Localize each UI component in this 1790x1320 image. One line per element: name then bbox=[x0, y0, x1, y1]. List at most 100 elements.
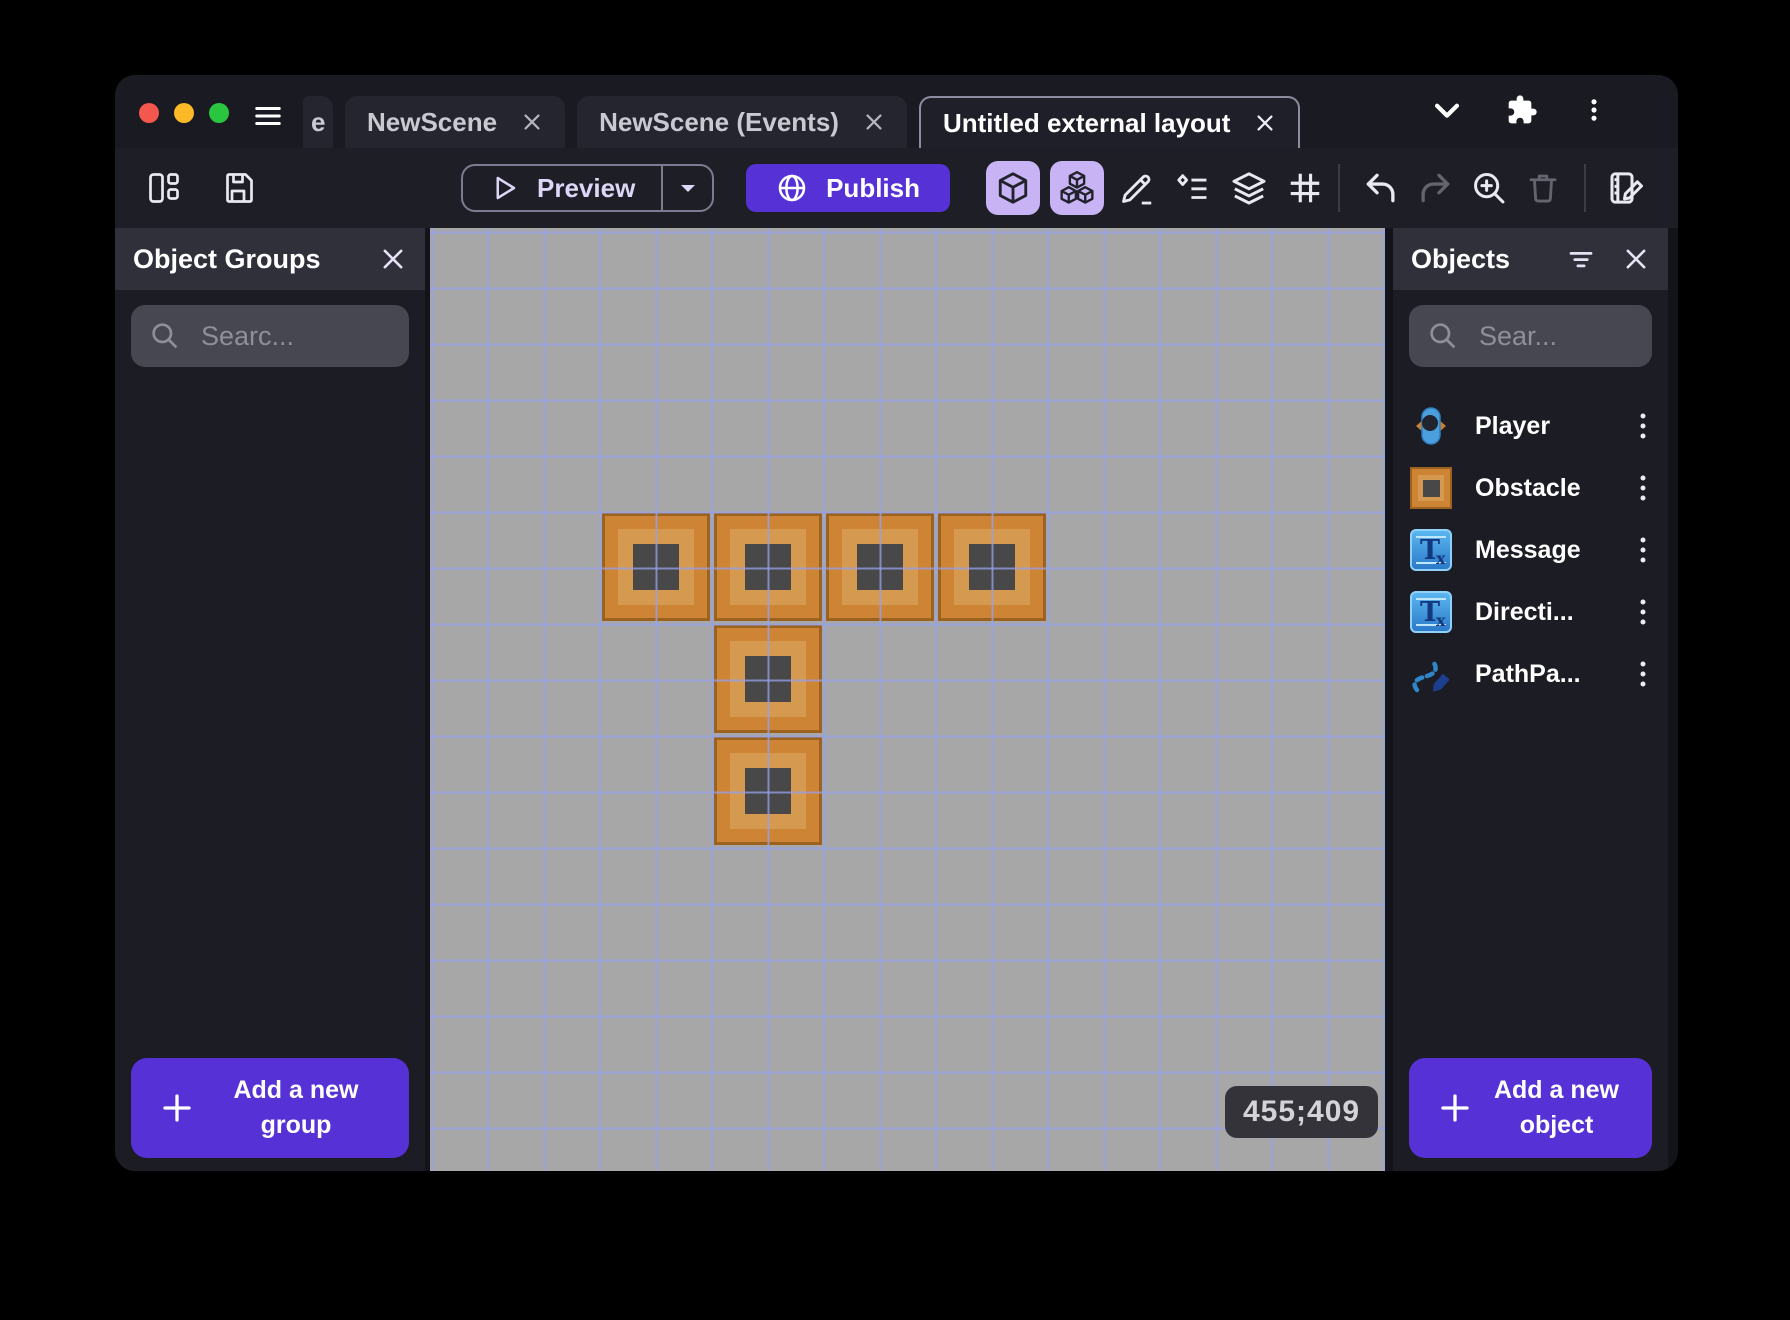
close-window-button[interactable] bbox=[139, 103, 159, 123]
add-group-label-line2: group bbox=[260, 1111, 332, 1139]
trash-icon[interactable] bbox=[1520, 165, 1566, 211]
tab-untitled-external-layout[interactable]: Untitled external layout bbox=[918, 96, 1301, 148]
scene-canvas[interactable]: 455;409 bbox=[430, 228, 1385, 1171]
close-icon[interactable] bbox=[1622, 245, 1650, 273]
title-bar: e NewScene NewScene (Events) Untitled ex… bbox=[115, 75, 1678, 148]
obstacle-instance[interactable] bbox=[714, 737, 822, 845]
path-drawer-icon bbox=[1409, 652, 1453, 696]
object-groups-title: Object Groups bbox=[133, 243, 321, 274]
tab-label: NewScene bbox=[367, 106, 498, 137]
pencil-icon[interactable] bbox=[1114, 165, 1160, 211]
tab-close-icon[interactable] bbox=[863, 111, 885, 133]
object-label: Message bbox=[1475, 535, 1581, 564]
kebab-menu-icon[interactable] bbox=[1634, 597, 1652, 627]
object-label: PathPa... bbox=[1475, 659, 1581, 688]
tab-close-icon[interactable] bbox=[1254, 112, 1276, 134]
object-label: Directi... bbox=[1475, 597, 1574, 626]
preview-button[interactable]: Preview bbox=[461, 164, 715, 212]
obstacle-instance[interactable] bbox=[602, 513, 710, 621]
object-label: Player bbox=[1475, 411, 1551, 440]
redo-icon[interactable] bbox=[1412, 165, 1458, 211]
player-sprite-icon bbox=[1409, 404, 1453, 448]
preview-label: Preview bbox=[537, 172, 636, 203]
globe-icon bbox=[776, 172, 808, 204]
fullscreen-window-button[interactable] bbox=[209, 103, 229, 123]
tab-close-icon[interactable] bbox=[521, 111, 543, 133]
caret-down-icon bbox=[676, 176, 700, 200]
object-row-player[interactable]: Player bbox=[1393, 395, 1668, 457]
search-input[interactable] bbox=[201, 320, 391, 352]
kebab-menu-icon[interactable] bbox=[1634, 411, 1652, 441]
plus-icon bbox=[159, 1090, 195, 1126]
kebab-menu-icon[interactable] bbox=[1634, 535, 1652, 565]
add-group-button[interactable]: Add a new group bbox=[131, 1058, 409, 1158]
save-icon[interactable] bbox=[215, 165, 261, 211]
object-row-obstacle[interactable]: Obstacle bbox=[1393, 457, 1668, 519]
layers-icon[interactable] bbox=[1226, 165, 1272, 211]
filter-icon[interactable] bbox=[1566, 244, 1596, 274]
search-icon bbox=[149, 320, 181, 352]
obstacle-instance[interactable] bbox=[938, 513, 1046, 621]
toolbar: Preview Publish bbox=[115, 148, 1678, 228]
objects-title: Objects bbox=[1411, 243, 1511, 274]
tab-newscene[interactable]: NewScene bbox=[345, 96, 566, 148]
boxes-3d-icon bbox=[1058, 169, 1096, 207]
instances-list-icon[interactable] bbox=[1170, 165, 1216, 211]
object-groups-search[interactable] bbox=[131, 305, 409, 367]
add-object-label-line2: object bbox=[1519, 1111, 1594, 1139]
objects-search[interactable] bbox=[1409, 305, 1652, 367]
publish-button[interactable]: Publish bbox=[746, 164, 950, 212]
obstacle-instance[interactable] bbox=[826, 513, 934, 621]
undo-icon[interactable] bbox=[1358, 165, 1404, 211]
search-input[interactable] bbox=[1479, 320, 1634, 352]
traffic-lights bbox=[139, 103, 229, 123]
obstacle-instance[interactable] bbox=[714, 513, 822, 621]
close-icon[interactable] bbox=[379, 245, 407, 273]
object-groups-panel: Object Groups Add a new group bbox=[115, 228, 425, 1171]
tab-newscene-events[interactable]: NewScene (Events) bbox=[577, 96, 907, 148]
minimize-window-button[interactable] bbox=[174, 103, 194, 123]
add-object-button[interactable]: Add a new object bbox=[1409, 1058, 1652, 1158]
tab-label: Untitled external layout bbox=[942, 107, 1231, 138]
tab-truncated[interactable]: e bbox=[303, 96, 333, 148]
zoom-in-icon[interactable] bbox=[1466, 165, 1512, 211]
svg-text:x: x bbox=[1436, 611, 1446, 630]
objects-panel: Objects Sear... Player Obstacle T x Mess… bbox=[1393, 228, 1668, 1171]
svg-text:x: x bbox=[1436, 549, 1446, 568]
text-object-icon: T x bbox=[1409, 528, 1453, 572]
cursor-coordinates-badge: 455;409 bbox=[1225, 1086, 1379, 1138]
object-row-message[interactable]: T x Message bbox=[1393, 519, 1668, 581]
text-object-icon: T x bbox=[1409, 590, 1453, 634]
add-group-label-line1: Add a new bbox=[233, 1076, 359, 1104]
tab-label: NewScene (Events) bbox=[599, 106, 839, 137]
grid-icon[interactable] bbox=[1282, 165, 1328, 211]
app-window: e NewScene NewScene (Events) Untitled ex… bbox=[115, 75, 1678, 1171]
tab-bar: e NewScene NewScene (Events) Untitled ex… bbox=[303, 96, 1301, 148]
more-vertical-icon[interactable] bbox=[1580, 96, 1608, 124]
kebab-menu-icon[interactable] bbox=[1634, 659, 1652, 689]
search-icon bbox=[1427, 320, 1459, 352]
box-3d-icon bbox=[995, 170, 1031, 206]
obstacle-sprite-icon bbox=[1409, 466, 1453, 510]
plus-icon bbox=[1437, 1090, 1473, 1126]
objects-list: Player Obstacle T x Message T x Directi.… bbox=[1393, 395, 1668, 705]
chevron-down-icon[interactable] bbox=[1430, 93, 1464, 127]
tab-label: e bbox=[311, 106, 326, 137]
object-row-pathpainter[interactable]: PathPa... bbox=[1393, 643, 1668, 705]
panels-layout-icon[interactable] bbox=[141, 165, 187, 211]
scene-editor-icon[interactable] bbox=[1604, 165, 1650, 211]
obstacle-instance[interactable] bbox=[714, 625, 822, 733]
object-row-directions[interactable]: T x Directi... bbox=[1393, 581, 1668, 643]
play-icon bbox=[489, 173, 519, 203]
view-3d-toggle[interactable] bbox=[986, 161, 1040, 215]
add-object-label-line1: Add a new bbox=[1493, 1076, 1619, 1104]
object-label: Obstacle bbox=[1475, 473, 1581, 502]
editor-content: Object Groups Add a new group bbox=[115, 228, 1678, 1171]
objects-3d-toggle[interactable] bbox=[1050, 161, 1104, 215]
publish-label: Publish bbox=[826, 172, 920, 203]
hamburger-menu-icon[interactable] bbox=[250, 101, 286, 131]
preview-dropdown-button[interactable] bbox=[663, 166, 712, 210]
grid-overlay bbox=[430, 228, 1385, 1171]
extensions-puzzle-icon[interactable] bbox=[1506, 94, 1538, 126]
kebab-menu-icon[interactable] bbox=[1634, 473, 1652, 503]
